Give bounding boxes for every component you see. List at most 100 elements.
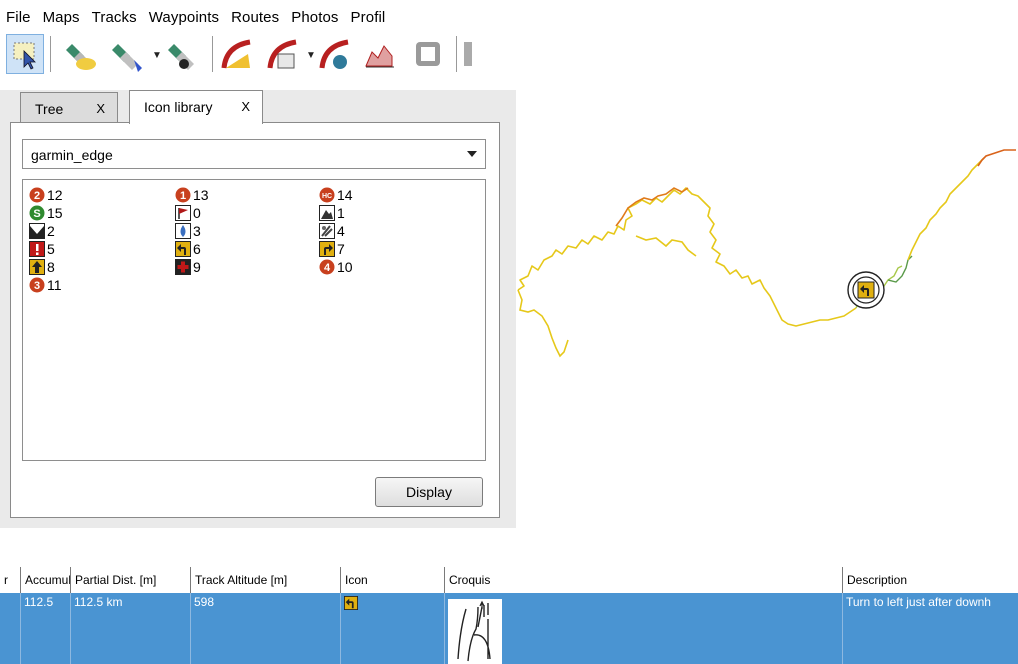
tab-icon-library[interactable]: Icon library X: [129, 90, 263, 124]
menu-photos[interactable]: Photos: [285, 0, 344, 26]
tab-tree-label: Tree: [35, 101, 64, 117]
menu-maps[interactable]: Maps: [37, 0, 86, 26]
water-drop-icon: [175, 223, 191, 239]
icon-set-value: garmin_edge: [31, 147, 113, 163]
icon-label: 9: [193, 259, 201, 275]
side-panel: Tree X Icon library X garmin_edge 2 12 11…: [0, 90, 516, 528]
table-header: r Accumula Partial Dist. [m] Track Altit…: [0, 567, 1018, 593]
turn-right-icon: [319, 241, 335, 257]
track-icon[interactable]: [220, 34, 256, 74]
turn-left-icon: [175, 241, 191, 257]
icon-label: 14: [337, 187, 353, 203]
svg-text:4: 4: [324, 262, 331, 274]
list-item[interactable]: 2: [29, 222, 55, 240]
menu-file[interactable]: File: [0, 0, 37, 26]
toolbar: ▼ ▼: [0, 32, 516, 90]
column-header[interactable]: Track Altitude [m]: [190, 567, 340, 593]
list-item[interactable]: 7: [319, 240, 345, 258]
svg-text:3: 3: [34, 280, 40, 292]
svg-text:2: 2: [34, 190, 40, 202]
icon-label: 7: [337, 241, 345, 257]
chevron-down-icon[interactable]: [467, 151, 477, 157]
list-item[interactable]: 0: [175, 204, 201, 222]
profile-chart-icon[interactable]: [362, 34, 398, 74]
menu-profile[interactable]: Profil: [345, 0, 392, 26]
table-cell: Turn to left just after downh: [842, 593, 1018, 664]
number-1-icon: 1: [175, 187, 191, 203]
icon-label: 3: [193, 223, 201, 239]
icon-label: 4: [337, 223, 345, 239]
menu-bar: File Maps Tracks Waypoints Routes Photos Profi…: [0, 0, 516, 30]
track-edit-icon[interactable]: [266, 34, 302, 74]
icon-label: 2: [47, 223, 55, 239]
list-item[interactable]: 1 13: [175, 186, 209, 204]
menu-waypoints[interactable]: Waypoints: [143, 0, 225, 26]
list-item[interactable]: HC 14: [319, 186, 353, 204]
first-aid-icon: [175, 259, 191, 275]
icon-list[interactable]: 2 12 1 13 HC 14 S 15 0 1 2 3 4 5 6 7 8 9…: [22, 179, 486, 461]
svg-text:S: S: [33, 208, 40, 220]
icon-label: 0: [193, 205, 201, 221]
icon-label: 1: [337, 205, 345, 221]
tab-tree-close-icon[interactable]: X: [96, 101, 105, 116]
table-cell: [340, 593, 444, 664]
icon-label: 12: [47, 187, 63, 203]
list-item[interactable]: 3 11: [29, 276, 62, 294]
list-item[interactable]: 4: [319, 222, 345, 240]
menu-tracks[interactable]: Tracks: [86, 0, 143, 26]
tab-tree[interactable]: Tree X: [20, 92, 118, 122]
display-button[interactable]: Display: [375, 477, 483, 507]
number-2-icon: 2: [29, 187, 45, 203]
number-3-icon: 3: [29, 277, 45, 293]
icon-label: 10: [337, 259, 353, 275]
column-header[interactable]: Icon: [340, 567, 444, 593]
list-item[interactable]: 2 12: [29, 186, 63, 204]
map-view[interactable]: [516, 90, 1018, 530]
summit-icon: [319, 205, 335, 221]
list-item[interactable]: S 15: [29, 204, 63, 222]
list-item[interactable]: 3: [175, 222, 201, 240]
column-header[interactable]: Croquis: [444, 567, 842, 593]
red-flag-icon: [175, 205, 191, 221]
svg-text:1: 1: [180, 190, 186, 202]
list-item[interactable]: 5: [29, 240, 55, 258]
tab-icon-library-label: Icon library: [144, 99, 213, 115]
table-row[interactable]: 112.5 112.5 km 598 Turn to left just aft…: [0, 593, 1018, 664]
menu-routes[interactable]: Routes: [225, 0, 285, 26]
stop-icon[interactable]: [410, 34, 446, 74]
danger-icon: [29, 241, 45, 257]
icon-label: 6: [193, 241, 201, 257]
nc-icon: HC: [319, 187, 335, 203]
satellite-route-icon[interactable]: [166, 34, 202, 74]
turn-left-icon[interactable]: [847, 271, 885, 309]
svg-text:HC: HC: [322, 193, 332, 200]
column-header[interactable]: r: [0, 567, 20, 593]
column-header[interactable]: Partial Dist. [m]: [70, 567, 190, 593]
table-cell: 112.5: [20, 593, 70, 664]
icon-label: 5: [47, 241, 55, 257]
icon-library-panel: garmin_edge 2 12 1 13 HC 14 S 15 0 1 2 3…: [10, 122, 500, 518]
icon-set-select[interactable]: garmin_edge: [22, 139, 486, 169]
satellite-icon[interactable]: [112, 34, 148, 74]
track-line: [517, 149, 1016, 358]
table-cell: 112.5 km: [70, 593, 190, 664]
track-globe-icon[interactable]: [318, 34, 354, 74]
valley-icon: [29, 223, 45, 239]
column-header[interactable]: Accumula: [20, 567, 70, 593]
list-item[interactable]: 4 10: [319, 258, 353, 276]
list-item[interactable]: 1: [319, 204, 345, 222]
icon-label: 8: [47, 259, 55, 275]
waypoint-satellite-icon[interactable]: [64, 34, 100, 74]
icon-label: 13: [193, 187, 209, 203]
list-item[interactable]: 9: [175, 258, 201, 276]
waypoint-table: r Accumula Partial Dist. [m] Track Altit…: [0, 567, 1018, 664]
turn-left-icon: [344, 596, 358, 610]
toolbar-overflow-icon[interactable]: [460, 34, 500, 74]
number-4-icon: 4: [319, 259, 335, 275]
list-item[interactable]: 6: [175, 240, 201, 258]
list-item[interactable]: 8: [29, 258, 55, 276]
select-icon[interactable]: [6, 34, 44, 74]
column-header[interactable]: Description: [842, 567, 1018, 593]
tab-icon-library-close-icon[interactable]: X: [241, 99, 250, 114]
icon-label: 11: [47, 277, 62, 293]
